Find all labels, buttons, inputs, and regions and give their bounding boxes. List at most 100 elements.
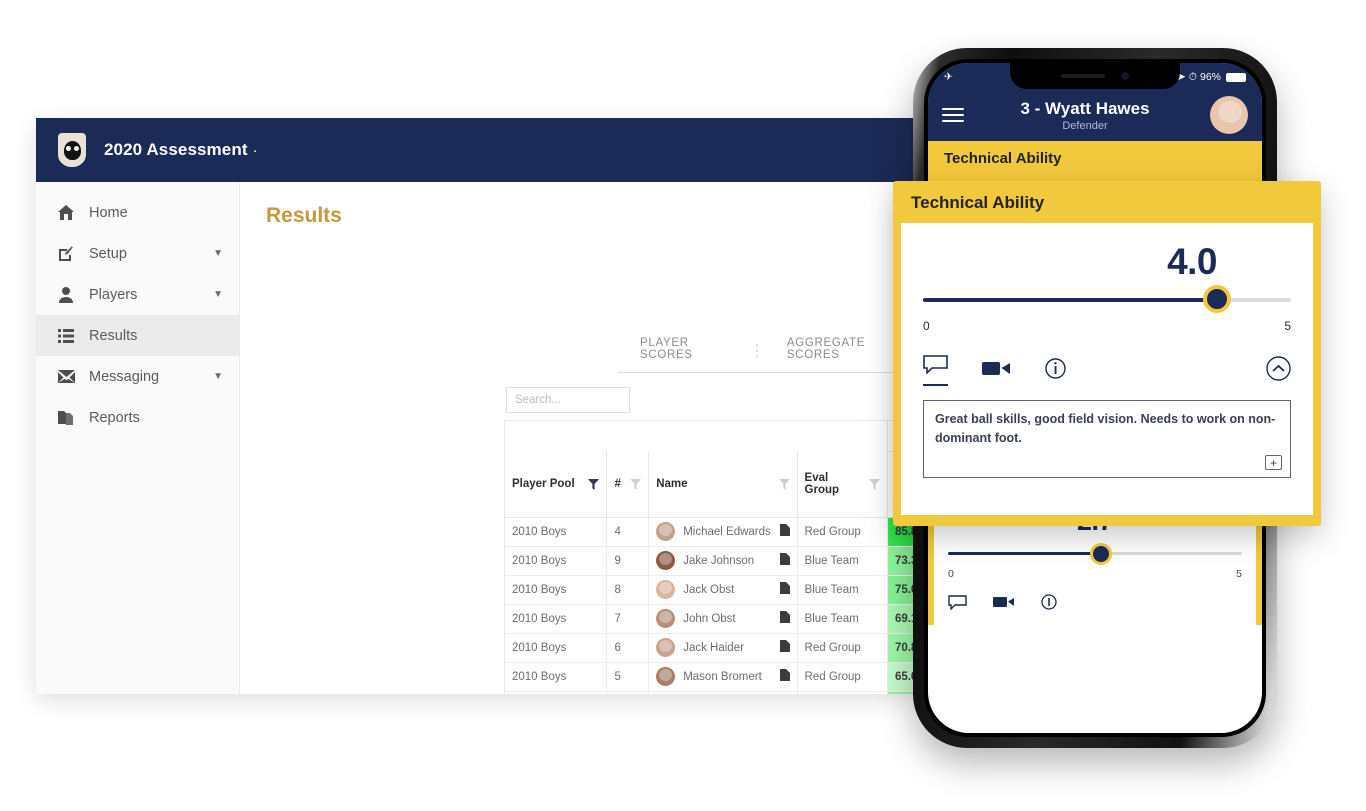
home-icon <box>56 204 76 221</box>
avatar <box>656 667 676 687</box>
document-icon[interactable] <box>779 524 790 539</box>
cell-eval-group: Red Group <box>796 662 888 692</box>
cell-name: Wyatt Hawes <box>648 691 798 694</box>
phone-notch <box>1010 63 1180 89</box>
column-header-player-pool[interactable]: Player Pool <box>505 451 607 518</box>
document-icon[interactable] <box>779 640 790 655</box>
document-icon[interactable] <box>779 582 790 597</box>
app-body: Home Setup ▼ Players ▼ Results Messaging… <box>36 182 920 694</box>
avatar <box>656 609 676 629</box>
avatar <box>656 580 676 600</box>
sidebar-item-label: Messaging <box>89 368 160 385</box>
slider-min: 0 <box>948 568 954 580</box>
document-icon[interactable] <box>779 611 790 626</box>
document-icon[interactable] <box>779 669 790 684</box>
slider-ticks: 0 5 <box>923 319 1291 333</box>
sidebar-item-reports[interactable]: Reports <box>36 397 239 438</box>
score-value: 4.0 <box>1167 241 1217 282</box>
slider-fill <box>948 552 1101 555</box>
slider-min: 0 <box>923 319 930 333</box>
video-camera-icon[interactable] <box>982 359 1011 382</box>
column-label: Name <box>656 478 688 491</box>
player-avatar[interactable] <box>1210 96 1248 134</box>
cell-name: Jake Johnson <box>648 546 798 576</box>
envelope-icon <box>56 368 76 385</box>
column-header-name[interactable]: Name <box>648 451 798 518</box>
note-box[interactable]: Great ball skills, good field vision. Ne… <box>923 400 1291 478</box>
plus-icon[interactable]: + <box>1265 455 1282 470</box>
table-row[interactable]: 2010 Boys8Jack ObstBlue Team75.0040.6568… <box>505 575 920 605</box>
sidebar-item-messaging[interactable]: Messaging ▼ <box>36 356 239 397</box>
tab-player-scores[interactable]: PLAYER SCORES <box>618 337 749 373</box>
cell-player-pool: 2010 Boys <box>505 517 607 547</box>
player-position: Defender <box>1062 119 1108 132</box>
table-row[interactable]: 2010 Boys4Michael EdwardsRed Group85.833… <box>505 517 920 547</box>
chevron-down-icon[interactable]: ▼ <box>213 289 223 300</box>
player-name-text: Jack Obst <box>683 583 735 596</box>
cell-player-pool: 2010 Boys <box>505 691 607 694</box>
phone-navbar: 3 - Wyatt Hawes Defender <box>928 89 1262 141</box>
avatar <box>656 551 676 571</box>
column-header-number[interactable]: # <box>606 451 649 518</box>
filter-icon[interactable] <box>868 478 880 490</box>
cell-name: John Obst <box>648 604 798 634</box>
sidebar-item-players[interactable]: Players ▼ <box>36 274 239 315</box>
comment-icon[interactable] <box>948 594 967 615</box>
score-slider[interactable] <box>948 541 1242 567</box>
filter-icon[interactable] <box>588 478 600 490</box>
player-name-text: Mason Bromert <box>683 670 762 683</box>
comment-icon[interactable] <box>923 355 948 386</box>
filter-icon[interactable] <box>630 478 642 490</box>
table-row[interactable]: 2010 Boys7John ObstBlue Team69.1773.5668… <box>505 604 920 634</box>
battery-percent: 96% <box>1199 71 1221 83</box>
card-icon-row <box>923 355 1291 386</box>
chevron-down-icon[interactable]: ▼ <box>213 371 223 382</box>
speaker-grille <box>1061 74 1105 78</box>
tab-separator: ⋮ <box>748 341 765 373</box>
table-row[interactable]: 2010 Boys1Wyatt HawesRed Group71.6740.85… <box>505 691 920 694</box>
filter-icon[interactable] <box>778 478 790 490</box>
chevron-up-icon[interactable] <box>1266 355 1291 386</box>
slider-max: 5 <box>1236 568 1242 580</box>
chevron-down-icon[interactable]: ▼ <box>213 248 223 259</box>
cell-number: 9 <box>606 546 649 576</box>
info-icon[interactable] <box>1045 357 1066 384</box>
table-row[interactable]: 2010 Boys5Mason BromertRed Group65.0087.… <box>505 662 920 692</box>
cell-name: Jack Obst <box>648 575 798 605</box>
results-table-container: End of Season Feedback Tryouts Player Po… <box>504 420 920 694</box>
video-camera-icon[interactable] <box>993 595 1015 614</box>
table-row[interactable]: 2010 Boys6Jack HaiderRed Group70.8323.35… <box>505 633 920 663</box>
slider-max: 5 <box>1284 319 1291 333</box>
sidebar-item-label: Setup <box>89 245 127 262</box>
results-table: End of Season Feedback Tryouts Player Po… <box>505 421 920 694</box>
sidebar-item-label: Results <box>89 327 138 344</box>
score-slider[interactable] <box>923 285 1291 315</box>
info-icon[interactable] <box>1041 594 1057 615</box>
technical-ability-card: Technical Ability 4.0 0 5 Great ball ski… <box>893 181 1321 526</box>
player-name-text: John Obst <box>683 612 736 625</box>
person-icon <box>56 286 76 303</box>
list-icon <box>56 327 76 344</box>
cell-eval-group: Blue Team <box>796 604 888 634</box>
app-title-caret-icon[interactable]: · <box>253 142 258 159</box>
app-header: 2020 Assessment · <box>36 118 920 182</box>
cell-number: 7 <box>606 604 649 634</box>
slider-ticks: 0 5 <box>948 568 1242 580</box>
cell-number: 4 <box>606 517 649 547</box>
owl-glyph <box>63 140 81 160</box>
sidebar-item-home[interactable]: Home <box>36 192 239 233</box>
sidebar-item-setup[interactable]: Setup ▼ <box>36 233 239 274</box>
column-header-eval-group[interactable]: Eval Group <box>796 451 888 518</box>
front-camera-icon <box>1121 72 1129 80</box>
cell-player-pool: 2010 Boys <box>505 633 607 663</box>
owl-shield-logo[interactable] <box>58 133 86 167</box>
cell-number: 1 <box>606 691 649 694</box>
table-row[interactable]: 2010 Boys9Jake JohnsonBlue Team73.3387.5… <box>505 546 920 576</box>
document-icon[interactable] <box>779 553 790 568</box>
slider-knob[interactable] <box>1203 285 1232 313</box>
sidebar-item-results[interactable]: Results <box>36 315 239 356</box>
search-input[interactable] <box>506 387 630 413</box>
cell-name: Mason Bromert <box>648 662 798 692</box>
slider-knob[interactable] <box>1089 543 1112 565</box>
slider-fill <box>923 298 1218 302</box>
